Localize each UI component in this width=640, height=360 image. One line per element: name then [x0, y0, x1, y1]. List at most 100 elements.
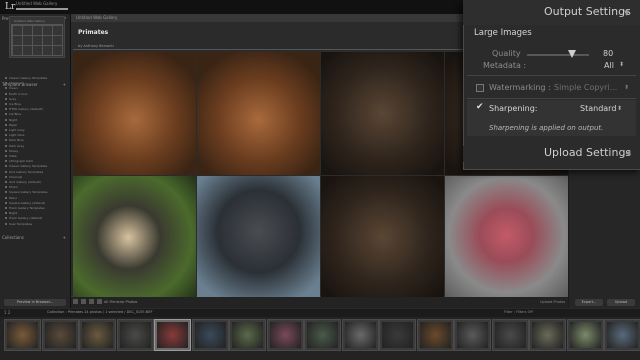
updown-arrows-icon[interactable]: ⬍ — [617, 105, 622, 112]
secondary-window-buttons[interactable]: 1 2 — [4, 310, 10, 315]
sharpening-label: Sharpening: — [489, 104, 538, 113]
template-item[interactable]: Square Gallery Templates — [5, 190, 47, 194]
template-item[interactable]: Light Dark — [5, 133, 25, 137]
template-icon — [5, 201, 7, 204]
gallery-photo-orangutan-young[interactable] — [197, 52, 320, 175]
output-settings-title[interactable]: Output Settings — [544, 5, 631, 18]
filmstrip-thumbnail[interactable] — [229, 319, 266, 351]
watermark-select[interactable]: Simple Copyri... — [554, 83, 617, 92]
template-icon — [5, 139, 7, 142]
template-item[interactable]: HTML Gallery (default) — [5, 107, 43, 111]
filmstrip-thumbnail[interactable] — [4, 319, 41, 351]
updown-arrows-icon[interactable]: ⬍ — [624, 84, 629, 91]
template-item[interactable]: Classic Gallery Templates — [5, 164, 47, 168]
filmstrip-thumbnail[interactable] — [416, 319, 454, 351]
filmstrip-thumbnail[interactable] — [304, 319, 341, 351]
add-collection-icon[interactable]: + — [63, 235, 66, 240]
filmstrip-filter[interactable]: Filter : Filters Off — [504, 310, 533, 314]
gallery-photo-japanese-macaque[interactable] — [445, 176, 568, 299]
template-item[interactable]: Slate — [5, 154, 17, 158]
thumbnail-image — [532, 322, 563, 348]
filmstrip-thumbnail[interactable] — [341, 319, 379, 351]
filmstrip-thumbnail[interactable] — [491, 319, 529, 351]
template-item[interactable]: Charcoal — [5, 81, 22, 85]
watermark-checkbox[interactable] — [476, 84, 484, 92]
quality-slider[interactable] — [527, 54, 589, 56]
template-item[interactable]: Lithograph Dark — [5, 159, 33, 163]
template-item[interactable]: Light Gray — [5, 128, 25, 132]
template-item[interactable]: Gray — [5, 97, 16, 101]
quality-value[interactable]: 80 — [603, 49, 613, 58]
metadata-label: Metadata : — [483, 61, 527, 70]
template-item[interactable]: Mossy — [5, 149, 18, 153]
add-template-icon[interactable]: + — [63, 82, 66, 87]
template-item[interactable]: Square Gallery (default) — [5, 201, 45, 205]
expand-triangle-icon[interactable]: ◀ — [625, 149, 630, 157]
quality-slider-knob[interactable] — [567, 50, 576, 58]
sharpening-checkbox-checkmark-icon[interactable]: ✔ — [476, 103, 484, 112]
template-item[interactable]: Photo — [5, 185, 18, 189]
template-item[interactable]: Paper — [5, 123, 18, 127]
template-item[interactable]: Night — [5, 211, 17, 215]
preview-in-browser-button[interactable]: Preview in Browser... — [4, 299, 66, 306]
filmstrip-thumbnail[interactable] — [41, 319, 79, 351]
template-item[interactable]: Earth Colors — [5, 92, 27, 96]
filmstrip-thumbnail[interactable] — [379, 319, 416, 351]
gallery-photo-gorilla-portrait[interactable] — [197, 176, 320, 299]
filmstrip-thumbnail[interactable] — [529, 319, 566, 351]
gallery-title[interactable]: Primates — [78, 29, 108, 36]
template-item[interactable]: User Templates — [5, 222, 32, 226]
gallery-byline[interactable]: by Anthony Bersanti — [78, 44, 114, 48]
collapse-triangle-icon[interactable]: ▼ — [624, 9, 629, 17]
sharpening-select[interactable]: Standard — [580, 104, 616, 113]
use-photos-label[interactable]: All Filmstrip Photos — [104, 300, 137, 304]
template-item-label: Clean — [9, 86, 18, 91]
prev-page-icon[interactable] — [89, 299, 94, 304]
filmstrip-thumbnail[interactable] — [266, 319, 304, 351]
gallery-photo-saki-monkey[interactable] — [73, 176, 196, 299]
template-item[interactable]: Classic Gallery Templates — [5, 76, 47, 80]
template-icon — [5, 160, 7, 163]
template-item[interactable]: Track Gallery (default) — [5, 216, 42, 220]
template-item[interactable]: Mono — [5, 196, 17, 200]
quality-label: Quality — [492, 49, 521, 58]
template-item-label: Classic Gallery Templates — [9, 164, 48, 169]
template-item-label: Track Gallery (default) — [9, 216, 43, 221]
filmstrip-thumbnail[interactable] — [454, 319, 491, 351]
filmstrip-thumbnail[interactable] — [604, 319, 640, 351]
upload-settings-title[interactable]: Upload Settings — [544, 146, 631, 159]
template-item[interactable]: Dark Blue — [5, 138, 24, 142]
upload-button[interactable]: Upload — [607, 299, 635, 306]
filmstrip-thumbnail[interactable] — [116, 319, 154, 351]
collections-panel-header[interactable]: Collections + — [2, 235, 68, 242]
gallery-photo-capuchin-on-rope[interactable] — [321, 52, 444, 175]
filmstrip-thumbnail[interactable] — [191, 319, 229, 351]
template-item-label: Ink Blue — [9, 112, 22, 117]
template-icon — [5, 129, 7, 131]
template-item[interactable]: Grid Gallery Templates — [5, 170, 43, 174]
gallery-photo-golden-lion-tamarin[interactable] — [321, 176, 444, 299]
template-item[interactable]: Track Gallery Templates — [5, 206, 45, 210]
template-item[interactable]: Dark Gray — [5, 144, 24, 148]
template-item[interactable]: Ink Blue — [5, 112, 21, 116]
filmstrip-thumbnail[interactable] — [79, 319, 116, 351]
template-item-label: Mono — [9, 195, 18, 200]
next-page-icon[interactable] — [97, 299, 102, 304]
gallery-photo-orangutan-male[interactable] — [73, 52, 196, 175]
template-item[interactable]: Grid Gallery (default) — [5, 180, 41, 184]
template-item[interactable]: Night — [5, 118, 17, 122]
template-item[interactable]: Ice Blue — [5, 102, 21, 106]
template-item-label: Ice Blue — [9, 102, 21, 106]
updown-arrows-icon[interactable]: ⬍ — [619, 61, 624, 68]
metadata-select[interactable]: All — [604, 61, 614, 70]
export-button[interactable]: Export... — [575, 299, 603, 306]
view-icon[interactable] — [73, 299, 78, 304]
activity-progress-bar — [16, 8, 68, 10]
template-item[interactable]: Clean — [5, 86, 18, 90]
filmstrip-source-info[interactable]: Collection : Primates 24 photos / 1 sele… — [47, 310, 153, 314]
filmstrip-thumbnail[interactable] — [566, 319, 604, 351]
sharpening-note: Sharpening is applied on output. — [489, 124, 604, 132]
first-page-icon[interactable] — [81, 299, 86, 304]
template-item[interactable]: Charcoal — [5, 175, 22, 179]
filmstrip-thumbnail[interactable] — [154, 319, 191, 351]
